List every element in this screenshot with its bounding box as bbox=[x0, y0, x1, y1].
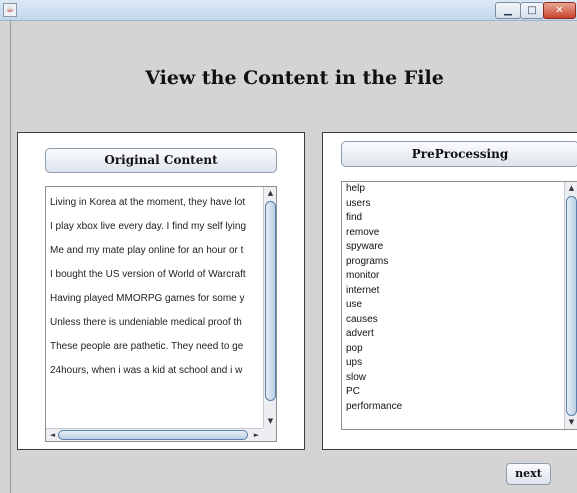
original-horizontal-scrollbar[interactable]: ◄ ► bbox=[46, 428, 263, 441]
maximize-button[interactable]: □ bbox=[520, 2, 544, 19]
original-content-scrollpane[interactable]: Living in Korea at the moment, they have… bbox=[45, 186, 277, 442]
minimize-button[interactable]: ▁ bbox=[495, 2, 521, 19]
preprocessing-word-list[interactable]: help users find remove spyware programs monito… bbox=[342, 182, 566, 429]
original-content-panel: Original Content Living in Korea at the … bbox=[17, 132, 305, 450]
original-vertical-scrollbar[interactable]: ▲ ▼ bbox=[263, 187, 276, 428]
text-line: 24hours, when i was a kid at school and … bbox=[50, 365, 243, 376]
word-item: performance bbox=[346, 400, 403, 412]
word-item: ups bbox=[346, 357, 363, 368]
word-item: advert bbox=[346, 328, 374, 339]
java-coffee-icon[interactable]: ☕ bbox=[3, 3, 17, 17]
text-line: These people are pathetic. They need to … bbox=[50, 341, 244, 352]
word-item: programs bbox=[346, 255, 389, 267]
word-item: users bbox=[346, 197, 371, 209]
word-item: slow bbox=[346, 371, 367, 383]
word-item: help bbox=[346, 183, 365, 194]
content-pane: View the Content in the File Original Co… bbox=[10, 21, 577, 493]
next-button[interactable]: next bbox=[506, 463, 551, 485]
scroll-right-arrow-icon[interactable]: ► bbox=[250, 429, 263, 441]
preprocessing-button[interactable]: PreProcessing bbox=[341, 141, 577, 167]
word-item: find bbox=[346, 212, 363, 223]
original-content-button[interactable]: Original Content bbox=[45, 148, 277, 173]
preprocessing-vertical-scrollbar[interactable]: ▲ ▼ bbox=[564, 182, 577, 429]
text-line: I bought the US version of World of Warc… bbox=[50, 269, 246, 280]
horizontal-scroll-thumb[interactable] bbox=[58, 430, 248, 440]
scroll-corner bbox=[263, 428, 276, 441]
scroll-down-arrow-icon[interactable]: ▼ bbox=[565, 416, 577, 429]
preprocessing-panel: PreProcessing help users find remove spyware… bbox=[322, 132, 577, 450]
word-item: causes bbox=[346, 313, 378, 325]
text-line: I play xbox live every day. I find my se… bbox=[50, 221, 247, 232]
word-item: pop bbox=[346, 342, 363, 354]
text-line: Me and my mate play online for an hour o… bbox=[50, 245, 244, 256]
preprocessing-scrollpane[interactable]: help users find remove spyware programs monito… bbox=[341, 181, 577, 430]
text-line: Having played MMORPG games for some y bbox=[50, 293, 245, 304]
word-item: monitor bbox=[346, 270, 380, 281]
original-content-text[interactable]: Living in Korea at the moment, they have… bbox=[46, 187, 264, 427]
scroll-up-arrow-icon[interactable]: ▲ bbox=[565, 182, 577, 195]
close-button[interactable]: ✕ bbox=[543, 2, 576, 19]
word-item: PC bbox=[346, 386, 360, 397]
vertical-scroll-thumb[interactable] bbox=[566, 196, 577, 416]
text-line: Unless there is undeniable medical proof… bbox=[50, 317, 242, 328]
page-title: View the Content in the File bbox=[145, 67, 444, 89]
word-item: internet bbox=[346, 284, 380, 296]
word-item: spyware bbox=[346, 241, 384, 252]
title-bar: ☕ ▁ □ ✕ bbox=[0, 0, 577, 21]
word-item: use bbox=[346, 299, 363, 310]
scroll-up-arrow-icon[interactable]: ▲ bbox=[264, 187, 276, 200]
text-line: Living in Korea at the moment, they have… bbox=[50, 197, 246, 208]
application-window: ☕ ▁ □ ✕ View the Content in the File Ori… bbox=[0, 0, 577, 493]
vertical-scroll-thumb[interactable] bbox=[265, 201, 276, 401]
scroll-down-arrow-icon[interactable]: ▼ bbox=[264, 415, 276, 428]
word-item: remove bbox=[346, 226, 380, 238]
